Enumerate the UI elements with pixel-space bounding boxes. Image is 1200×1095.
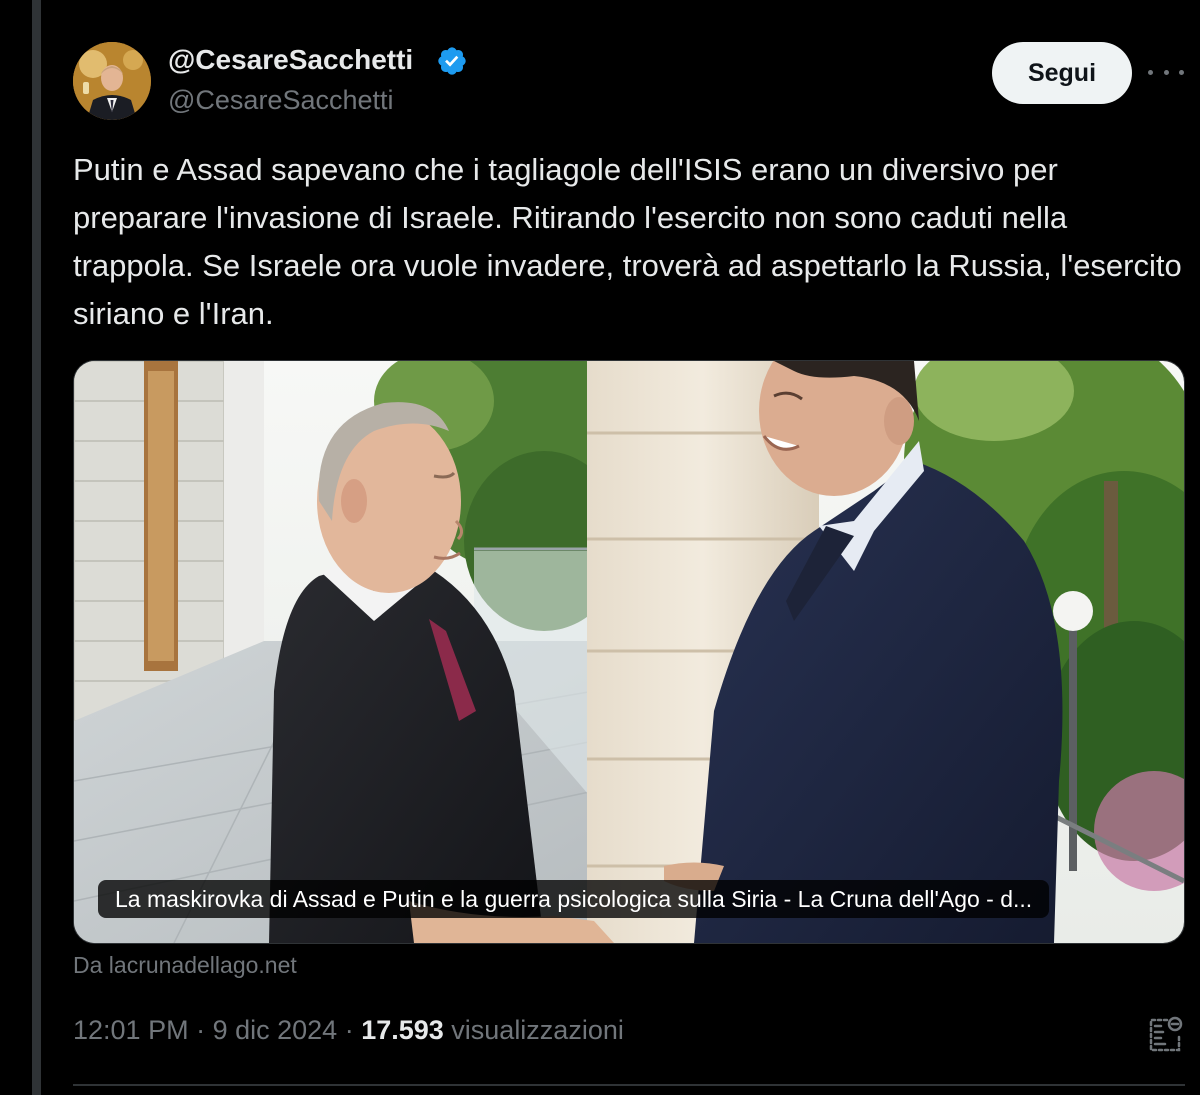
tweet-text: Putin e Assad sapevano che i tagliagole … — [73, 152, 1182, 331]
more-dot — [1148, 69, 1153, 75]
verified-badge-icon — [438, 47, 466, 75]
meta-separator: · — [337, 1015, 362, 1045]
avatar-image — [73, 42, 151, 120]
more-dot — [1179, 69, 1184, 75]
views-count: 17.593 — [361, 1015, 444, 1045]
meta-separator: · — [188, 1015, 213, 1045]
follow-button[interactable]: Segui — [992, 42, 1132, 104]
link-card-title[interactable]: La maskirovka di Assad e Putin e la guer… — [98, 880, 1050, 918]
link-card-source[interactable]: Da lacrunadellago.net — [73, 952, 297, 979]
views-label: visualizzazioni — [443, 1015, 624, 1045]
tweet-date[interactable]: 9 dic 2024 — [213, 1015, 338, 1045]
bottom-divider — [73, 1084, 1185, 1086]
author-handle[interactable]: @CesareSacchetti — [168, 85, 394, 116]
more-options-icon[interactable] — [1148, 60, 1184, 84]
timeline-thread-rail — [32, 0, 41, 1095]
analytics-icon[interactable] — [1145, 1014, 1187, 1056]
author-display-name[interactable]: @CesareSacchetti — [168, 44, 413, 76]
link-preview-image — [74, 361, 1184, 943]
more-dot — [1163, 69, 1169, 75]
link-preview-card[interactable]: La maskirovka di Assad e Putin e la guer… — [73, 360, 1185, 944]
tweet-metadata: 12:01 PM · 9 dic 2024 · 17.593 visualizz… — [73, 1015, 624, 1046]
tweet-time[interactable]: 12:01 PM — [73, 1015, 189, 1045]
author-avatar[interactable] — [73, 42, 151, 120]
